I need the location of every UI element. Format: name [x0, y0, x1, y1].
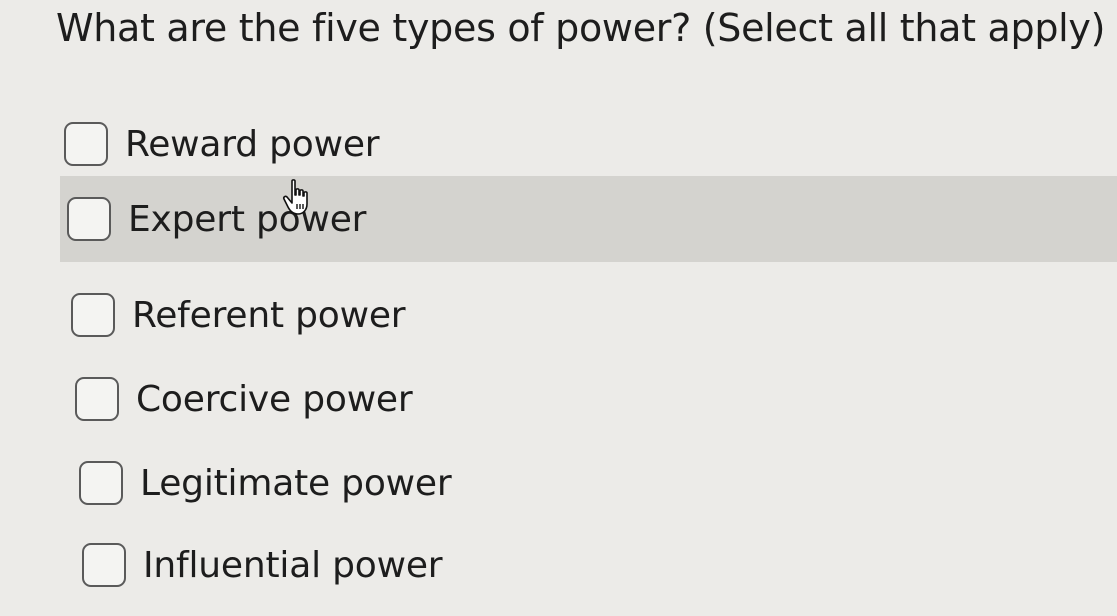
hand-pointer-icon [282, 179, 308, 215]
option-legitimate-power[interactable]: Legitimate power [79, 441, 452, 525]
option-label: Referent power [132, 294, 406, 336]
option-reward-power[interactable]: Reward power [64, 102, 380, 186]
option-influential-power[interactable]: Influential power [82, 523, 443, 607]
options-list: Reward power Expert power Referent power… [0, 0, 1117, 616]
option-expert-power[interactable]: Expert power [60, 176, 1117, 262]
option-coercive-power[interactable]: Coercive power [75, 357, 413, 441]
checkbox-expert-power[interactable] [67, 197, 111, 241]
checkbox-influential-power[interactable] [82, 543, 126, 587]
option-label: Reward power [125, 123, 380, 165]
option-label: Influential power [143, 544, 443, 586]
option-label: Coercive power [136, 378, 413, 420]
checkbox-coercive-power[interactable] [75, 377, 119, 421]
option-label: Legitimate power [140, 462, 452, 504]
option-label: Expert power [128, 198, 367, 240]
option-referent-power[interactable]: Referent power [71, 273, 406, 357]
checkbox-referent-power[interactable] [71, 293, 115, 337]
checkbox-legitimate-power[interactable] [79, 461, 123, 505]
checkbox-reward-power[interactable] [64, 122, 108, 166]
